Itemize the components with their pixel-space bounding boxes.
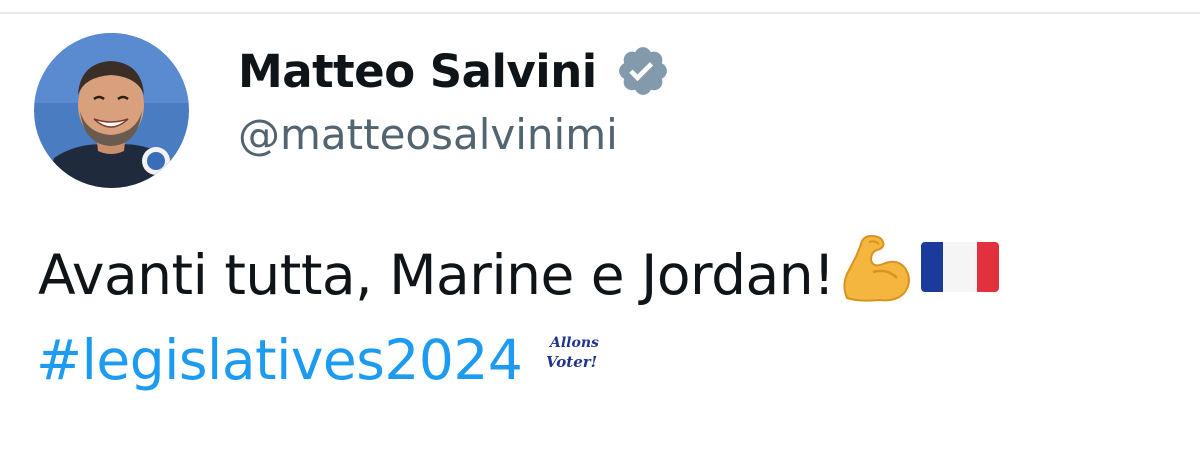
verified-badge-icon[interactable] <box>615 43 671 99</box>
french-flag-icon <box>920 240 999 309</box>
tweet-text-row: Avanti tutta, Marine e Jordan! <box>38 232 999 317</box>
flexed-biceps-icon <box>839 232 913 317</box>
tweet-text: Avanti tutta, Marine e Jordan! <box>38 242 835 307</box>
display-name[interactable]: Matteo Salvini <box>238 45 597 98</box>
allons-voter-hashflag-icon: Allons Voter! <box>544 331 610 379</box>
hashtag-link[interactable]: #legislatives2024 <box>36 328 523 392</box>
svg-text:Allons: Allons <box>548 335 599 351</box>
user-handle[interactable]: @matteosalvinimi <box>238 110 671 159</box>
author-block: Matteo Salvini @matteosalvinimi <box>238 36 671 159</box>
hashtag-row: #legislatives2024 Allons Voter! <box>36 328 610 392</box>
svg-text:Voter!: Voter! <box>546 353 597 371</box>
avatar[interactable] <box>34 33 189 188</box>
name-row: Matteo Salvini <box>238 36 671 106</box>
top-divider <box>0 12 1200 14</box>
